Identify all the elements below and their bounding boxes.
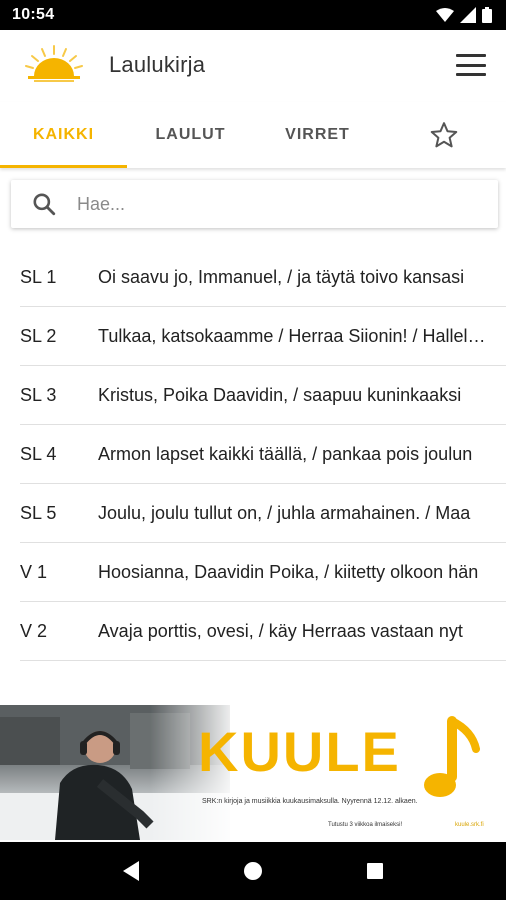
hamburger-menu-icon [456,54,486,57]
song-first-line: Hoosianna, Daavidin Poika, / kiitetty ol… [98,561,479,582]
song-number: V 1 [20,561,48,582]
signal-icon [460,7,476,23]
search-icon [33,193,56,216]
home-button[interactable] [233,851,273,891]
song-first-line: Avaja porttis, ovesi, / käy Herraas vast… [98,620,463,641]
song-first-line: Kristus, Poika Daavidin, / saapuu kunink… [98,384,462,405]
song-list: SL 1 Oi saavu jo, Immanuel, / ja täytä t… [0,248,506,661]
recents-icon [367,863,383,879]
status-bar: 10:54 [0,0,506,30]
battery-icon [482,7,492,23]
ad-footer-url: kuule.srk.fi [455,822,484,828]
system-nav-bar [0,842,506,900]
ad-caption: SRK:n kirjoja ja musiikkia kuukausimaksu… [202,798,418,805]
search-input[interactable] [77,193,477,215]
star-icon [430,122,457,148]
song-number: SL 2 [20,325,57,346]
song-first-line: Joulu, joulu tullut on, / juhla armahain… [98,502,471,523]
song-first-line: Armon lapset kaikki täällä, / pankaa poi… [98,443,473,464]
tab-bar: KAIKKI LAULUT VIRRET [0,102,506,168]
list-item[interactable]: SL 5 Joulu, joulu tullut on, / juhla arm… [20,484,506,543]
sun-logo-icon [25,45,83,82]
tab-favorites[interactable] [381,102,506,168]
wifi-icon [436,8,454,22]
back-icon [123,861,139,881]
recents-button[interactable] [355,851,395,891]
list-item[interactable]: V 2 Avaja porttis, ovesi, / käy Herraas … [20,602,506,661]
song-number: SL 4 [20,443,57,464]
song-first-line: Tulkaa, katsokaamme / Herraa Siionin! / … [98,325,488,346]
song-first-line: Oi saavu jo, Immanuel, / ja täytä toivo … [98,266,465,287]
tab-kaikki[interactable]: KAIKKI [0,102,127,168]
home-icon [244,862,262,880]
ad-brand: KUULE [198,720,401,783]
ad-banner[interactable]: KUULE SRK:n kirjoja ja musiikkia kuukaus… [0,705,506,840]
list-item[interactable]: SL 2 Tulkaa, katsokaamme / Herraa Siioni… [20,307,506,366]
back-button[interactable] [111,851,151,891]
music-note-icon [424,716,480,797]
hamburger-menu-button[interactable] [454,52,488,78]
tab-laulut[interactable]: LAULUT [127,102,254,168]
list-item[interactable]: SL 3 Kristus, Poika Daavidin, / saapuu k… [20,366,506,425]
app-bar: Laulukirja [0,30,506,102]
status-icons [436,7,492,23]
song-number: SL 3 [20,384,57,405]
song-number: V 2 [20,620,48,641]
song-number: SL 1 [20,266,57,287]
ad-footer-cta: Tutustu 3 viikkoa ilmaiseksi! [328,822,403,828]
list-item[interactable]: SL 1 Oi saavu jo, Immanuel, / ja täytä t… [20,248,506,307]
search-box [11,180,498,228]
tab-virret[interactable]: VIRRET [254,102,381,168]
app-title: Laulukirja [109,52,206,77]
list-item[interactable]: V 1 Hoosianna, Daavidin Poika, / kiitett… [20,543,506,602]
list-item[interactable]: SL 4 Armon lapset kaikki täällä, / panka… [20,425,506,484]
song-number: SL 5 [20,502,57,523]
status-time: 10:54 [12,6,55,23]
